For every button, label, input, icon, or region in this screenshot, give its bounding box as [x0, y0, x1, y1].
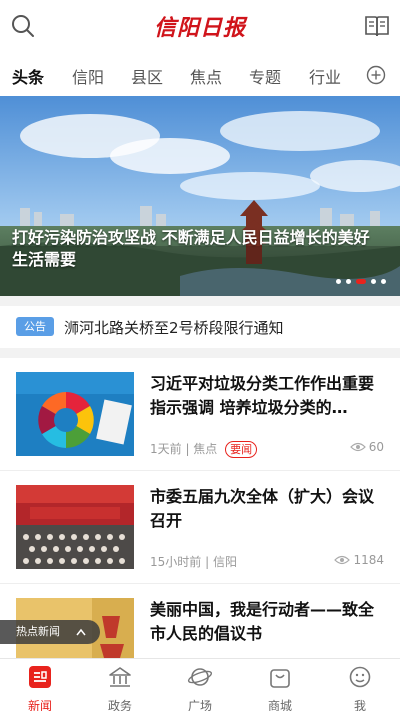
app-logo: 信阳日报 [153, 15, 246, 41]
news-views: 1184 [334, 553, 384, 567]
hot-news-label: 热点新闻 [16, 625, 60, 638]
add-channel-icon[interactable] [366, 65, 386, 85]
carousel-dots [336, 279, 386, 284]
top-bar: 信阳日报 [0, 0, 400, 52]
tab-focus[interactable]: 焦点 [190, 64, 222, 88]
news-source: 15小时前 | 信阳 [150, 555, 237, 569]
news-item[interactable]: 市委五届九次全体（扩大）会议召开 15小时前 | 信阳 1184 [0, 471, 400, 584]
planet-icon [187, 668, 213, 686]
news-title[interactable]: 美丽中国，我是行动者——致全市人民的倡议书 [150, 598, 384, 646]
user-icon [349, 666, 371, 688]
hot-news-toggle[interactable]: 热点新闻 [0, 620, 100, 644]
news-meta: 15小时前 | 信阳 [150, 553, 237, 570]
news-view-count: 1184 [353, 553, 384, 567]
notice-row[interactable]: 公告 浉河北路关桥至2号桥段限行通知 [0, 306, 400, 348]
news-icon [29, 666, 51, 688]
book-icon[interactable] [364, 14, 390, 38]
carousel-dot [381, 279, 386, 284]
tab-headlines[interactable]: 头条 [12, 64, 44, 88]
notice-badge: 公告 [16, 317, 54, 336]
news-meta: 1天前 | 焦点 要闻 [150, 440, 258, 458]
nav-news-label: 新闻 [27, 699, 52, 711]
hero-carousel[interactable]: 打好污染防治攻坚战 不断满足人民日益增长的美好生活需要 [0, 96, 400, 296]
nav-government-label: 政务 [107, 699, 132, 711]
chevron-up-icon [76, 628, 86, 636]
news-item[interactable]: 习近平对垃圾分类工作作出重要指示强调 培养垃圾分类的… 1天前 | 焦点 要闻 … [0, 358, 400, 471]
channel-tabs: 头条 信阳 县区 焦点 专题 行业 [0, 52, 400, 96]
news-title[interactable]: 市委五届九次全体（扩大）会议召开 [150, 485, 384, 533]
nav-government[interactable]: 政务 [80, 665, 160, 711]
government-icon [109, 667, 131, 687]
shopping-bag-icon [270, 669, 290, 688]
nav-mall-label: 商城 [267, 699, 292, 711]
carousel-dot [371, 279, 376, 284]
news-list: 习近平对垃圾分类工作作出重要指示强调 培养垃圾分类的… 1天前 | 焦点 要闻 … [0, 358, 400, 697]
nav-news[interactable]: 新闻 [0, 665, 80, 711]
notice-text[interactable]: 浉河北路关桥至2号桥段限行通知 [64, 317, 284, 338]
news-thumbnail [16, 372, 134, 456]
carousel-dot [336, 279, 341, 284]
news-view-count: 60 [368, 440, 384, 454]
tab-counties[interactable]: 县区 [131, 64, 163, 88]
news-thumbnail [16, 485, 134, 569]
tab-topics[interactable]: 专题 [249, 64, 281, 88]
news-tag: 要闻 [225, 441, 258, 458]
news-source: 1天前 | 焦点 [150, 442, 218, 456]
bottom-nav: 新闻 政务 广场 商城 我 [0, 658, 400, 711]
tab-xinyang[interactable]: 信阳 [72, 64, 104, 88]
nav-me[interactable]: 我 [320, 665, 400, 711]
nav-mall[interactable]: 商城 [240, 665, 320, 711]
news-views: 60 [349, 440, 384, 454]
hero-caption[interactable]: 打好污染防治攻坚战 不断满足人民日益增长的美好生活需要 [12, 227, 378, 271]
nav-plaza[interactable]: 广场 [160, 665, 240, 711]
eye-icon [349, 442, 366, 452]
nav-me-label: 我 [353, 699, 366, 711]
nav-plaza-label: 广场 [187, 699, 212, 711]
carousel-dot [346, 279, 351, 284]
eye-icon [334, 555, 351, 565]
news-title[interactable]: 习近平对垃圾分类工作作出重要指示强调 培养垃圾分类的… [150, 372, 384, 420]
carousel-dot-active [356, 279, 366, 284]
tab-industry[interactable]: 行业 [309, 64, 341, 88]
